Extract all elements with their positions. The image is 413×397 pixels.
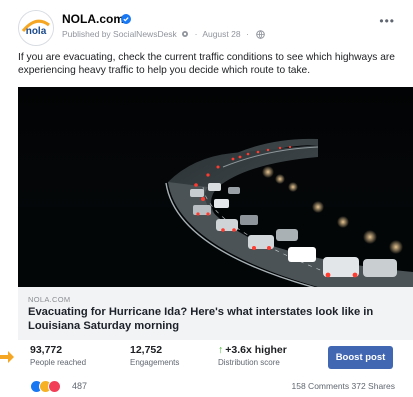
globe-icon xyxy=(256,30,265,39)
post-footer: 487 158 Comments 372 Shares xyxy=(18,380,413,396)
post-header: nola NOLA.com Published by SocialNewsDes… xyxy=(18,10,413,46)
avatar-text: nola xyxy=(26,26,47,37)
published-by[interactable]: Published by SocialNewsDesk xyxy=(62,29,177,39)
link-domain: NOLA.COM xyxy=(28,295,71,304)
link-preview[interactable]: NOLA.COM Evacuating for Hurricane Ida? H… xyxy=(18,287,413,340)
gear-icon xyxy=(182,31,189,37)
post-date[interactable]: August 28 xyxy=(202,29,240,39)
separator-dot: · xyxy=(245,29,249,39)
link-headline[interactable]: Evacuating for Hurricane Ida? Here's wha… xyxy=(28,306,406,333)
verified-badge-icon xyxy=(121,14,131,24)
distribution-value: +3.6x higher xyxy=(225,344,287,356)
nola-logo-icon: nola xyxy=(19,11,53,45)
separator-dot: · xyxy=(194,29,198,39)
boost-post-button[interactable]: Boost post xyxy=(328,346,393,369)
stat-people-reached: 93,772 People reached xyxy=(30,344,86,367)
insights-bar: 93,772 People reached 12,752 Engagements… xyxy=(18,344,413,374)
arrow-up-icon: ↑ xyxy=(218,344,224,356)
comments-shares[interactable]: 158 Comments 372 Shares xyxy=(292,381,395,391)
stat-label: Engagements xyxy=(130,358,180,367)
stat-value: 12,752 xyxy=(130,344,163,356)
post-text: If you are evacuating, check the current… xyxy=(18,52,395,76)
stat-label: Distribution score xyxy=(218,358,280,367)
pointer-arrow-icon xyxy=(0,351,14,363)
stat-engagements: 12,752 Engagements xyxy=(130,344,179,367)
highway-night-photo xyxy=(18,87,413,287)
page-name[interactable]: NOLA.com xyxy=(62,12,124,26)
page-avatar[interactable]: nola xyxy=(18,10,54,46)
stat-distribution-score: ↑ +3.6x higher Distribution score xyxy=(218,344,287,367)
stat-value: 93,772 xyxy=(30,344,63,356)
love-reaction-icon xyxy=(48,380,61,393)
post-meta: Published by SocialNewsDesk · August 28 … xyxy=(62,29,265,39)
stat-label: People reached xyxy=(30,358,87,367)
more-options-button[interactable]: ••• xyxy=(379,14,395,28)
reaction-count: 487 xyxy=(72,381,88,391)
post-card: nola NOLA.com Published by SocialNewsDes… xyxy=(18,4,413,397)
post-image[interactable] xyxy=(18,87,413,287)
stat-value: ↑ +3.6x higher xyxy=(218,344,287,356)
